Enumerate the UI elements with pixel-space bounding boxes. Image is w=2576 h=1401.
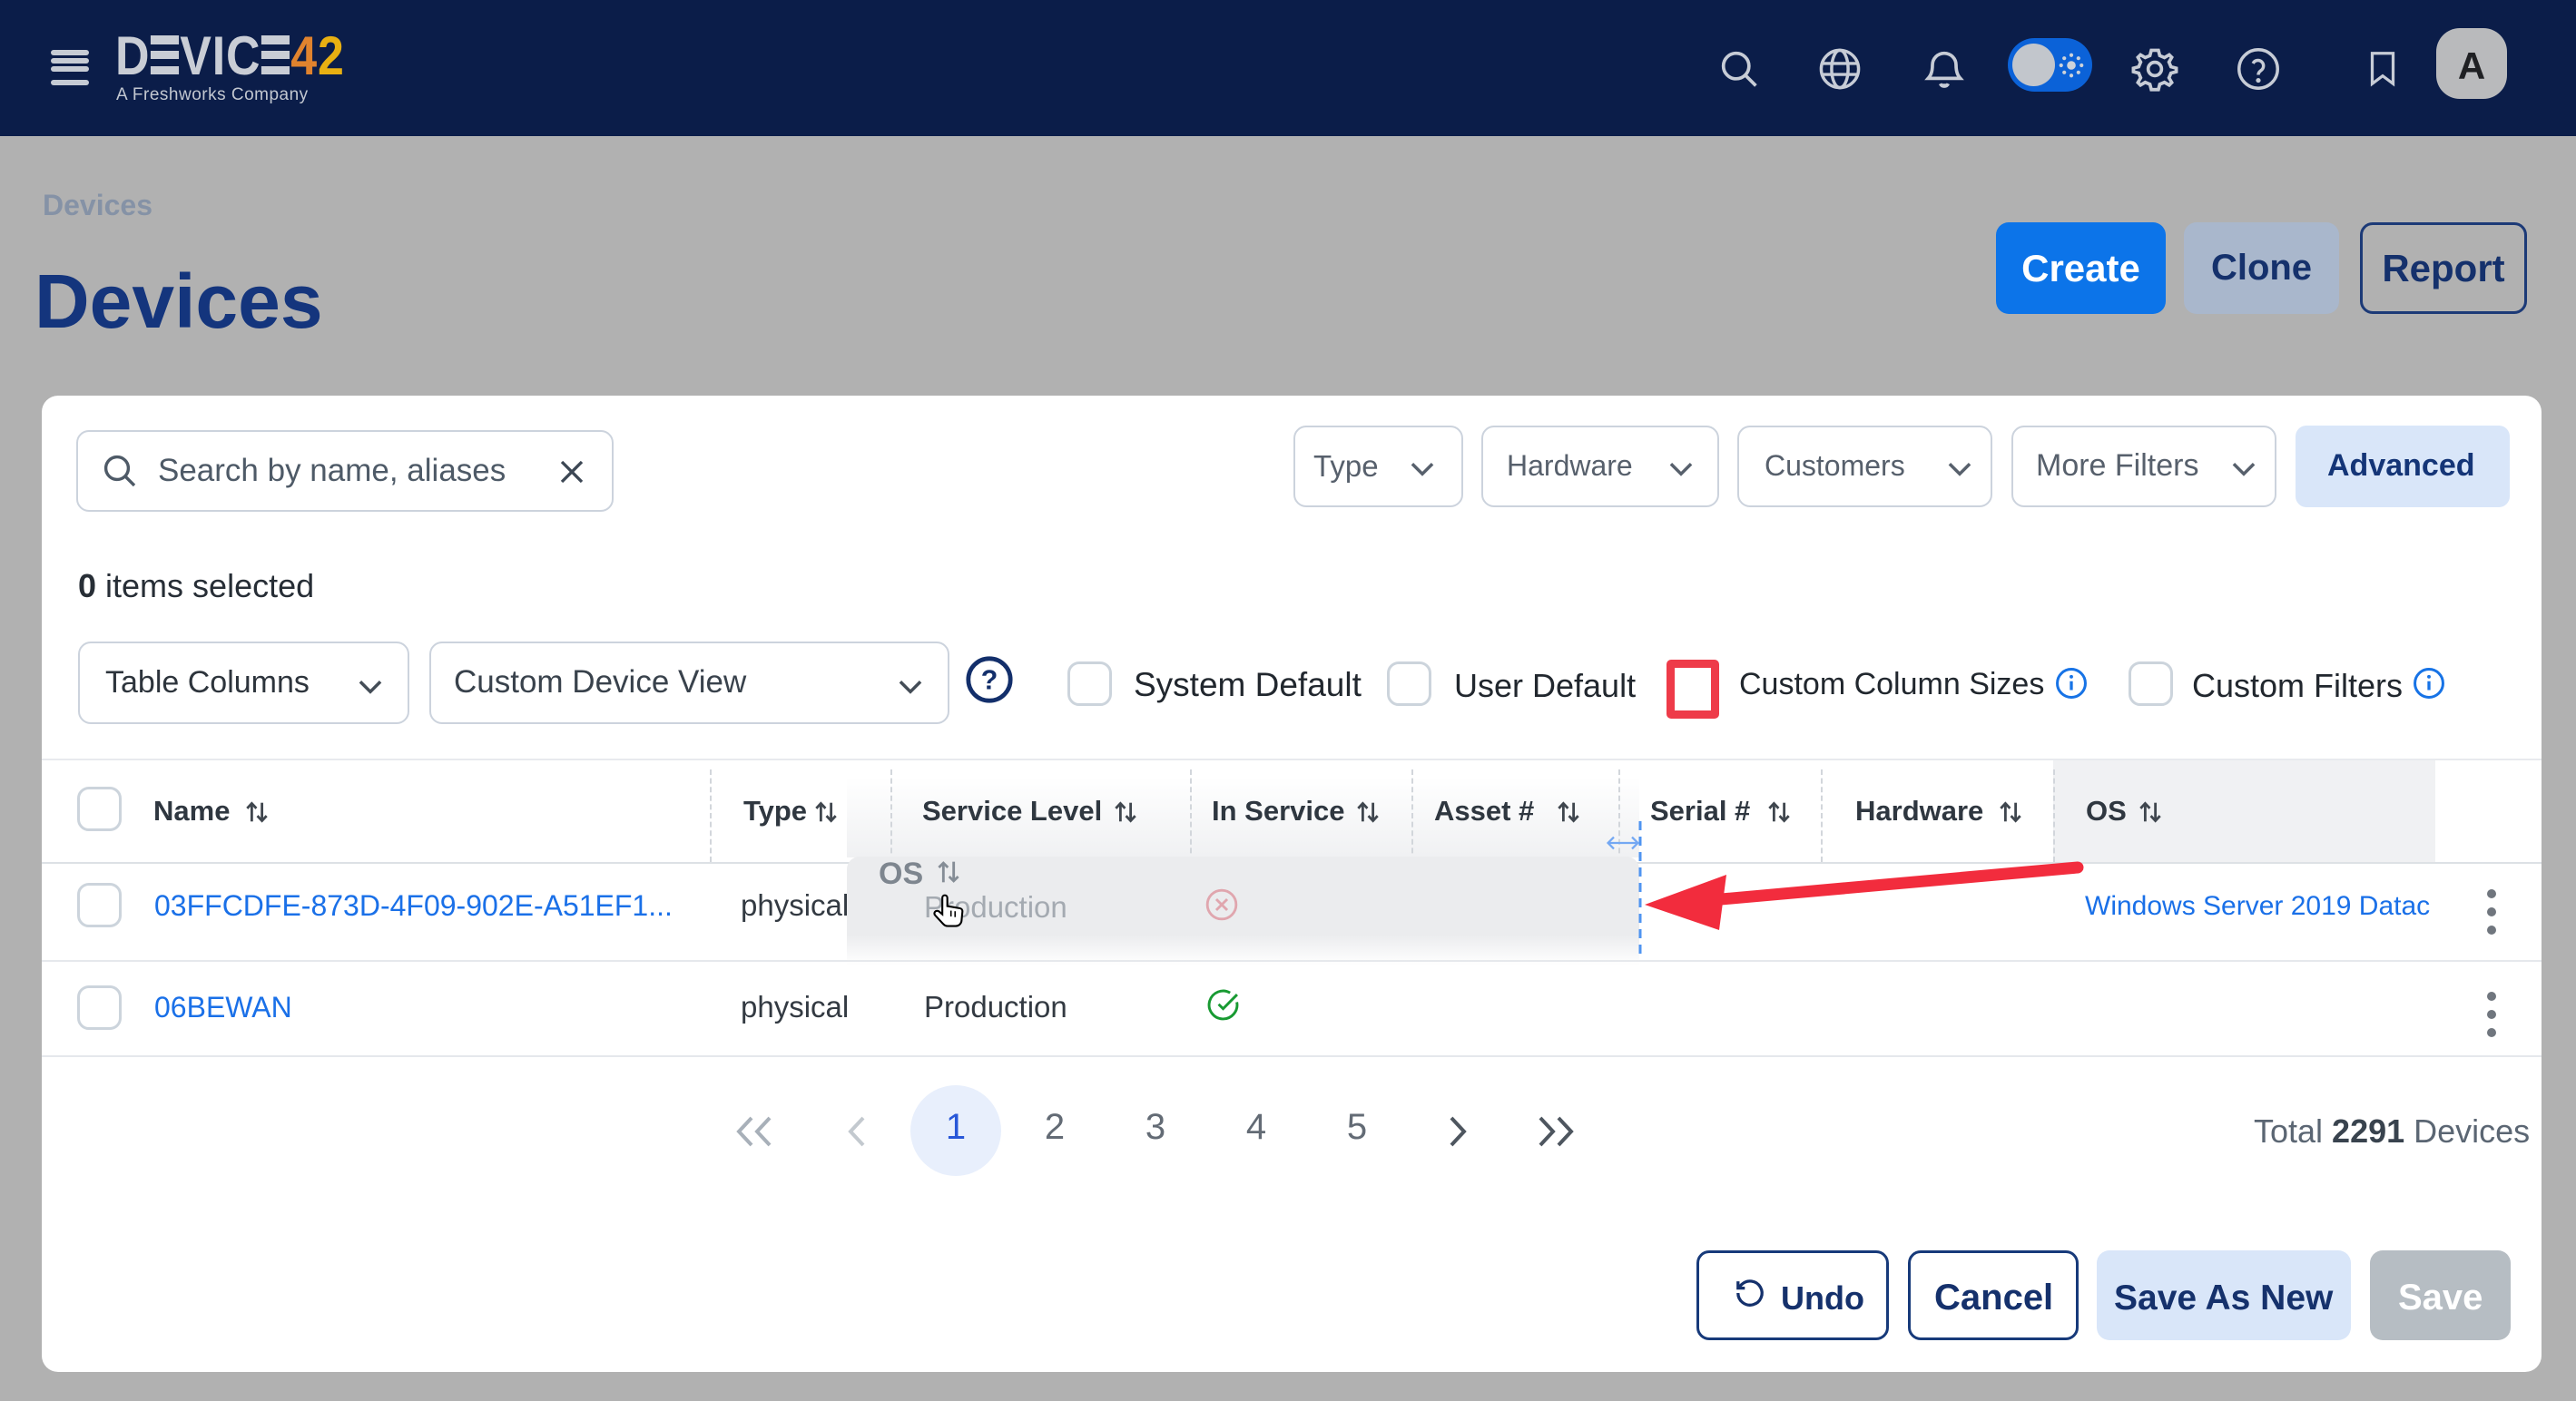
svg-text:?: ? — [981, 665, 998, 695]
